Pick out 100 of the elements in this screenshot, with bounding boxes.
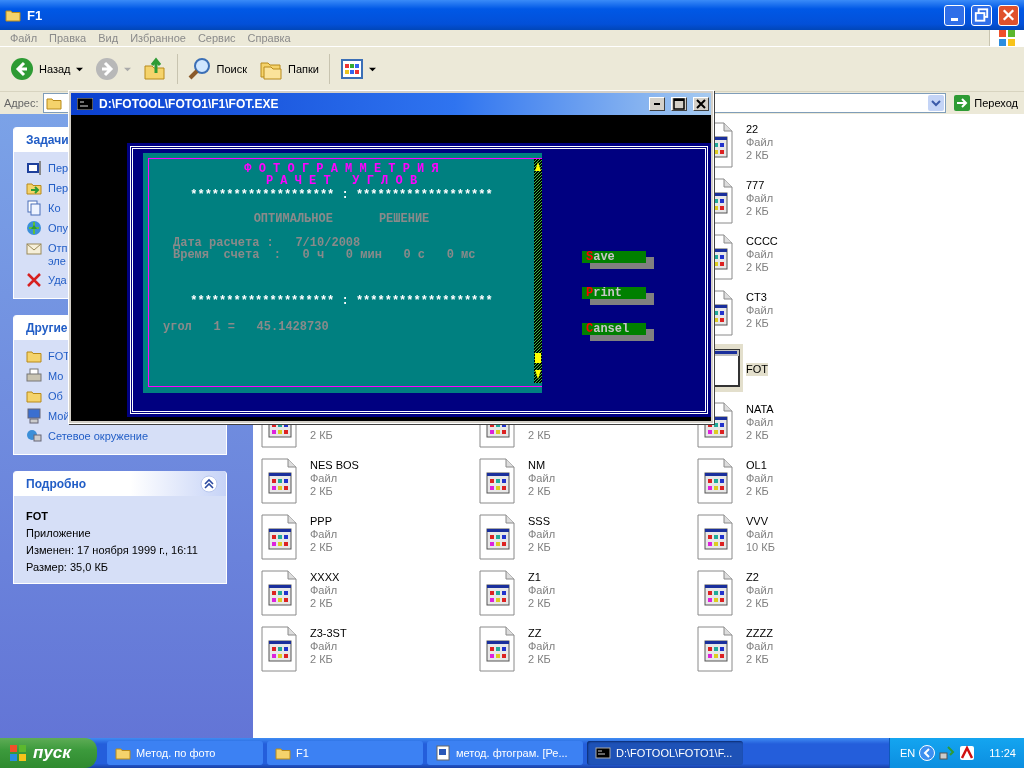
info-text: Дата расчета : 7/10/2008 — [173, 237, 362, 249]
info-text: Время счета : 0 ч 0 мин 0 с 0 мс — [173, 249, 476, 261]
task-link[interactable]: Мо — [48, 368, 64, 383]
document-icon — [435, 745, 451, 761]
start-button[interactable]: пуск — [0, 738, 97, 768]
file-size: 2 КБ — [528, 485, 552, 498]
file-size: 2 КБ — [310, 653, 334, 666]
file-type: Файл — [310, 584, 339, 597]
folders-button[interactable]: Папки — [255, 55, 323, 83]
file-type: Файл — [746, 584, 774, 597]
menu-item[interactable]: Правка — [43, 32, 93, 44]
menu-item[interactable]: Справка — [241, 32, 297, 44]
file-name: FOT — [26, 510, 49, 522]
file-name[interactable]: 22 — [746, 123, 759, 136]
cross-icon — [26, 272, 42, 288]
task-link[interactable]: Уда — [48, 272, 67, 287]
file-type: Файл — [746, 416, 774, 429]
file-type: Файл — [310, 640, 339, 653]
network-icon[interactable] — [939, 745, 956, 761]
folder-icon — [26, 388, 42, 404]
caret-icon — [123, 65, 131, 73]
task-link[interactable]: Отп эле — [48, 240, 68, 268]
task-link[interactable]: FOT — [48, 348, 70, 363]
file-type: Файл — [528, 584, 556, 597]
go-button[interactable]: Переход — [950, 95, 1024, 111]
task-link[interactable]: Опу — [48, 220, 68, 235]
globe-icon — [26, 220, 42, 236]
task-link[interactable]: Об — [48, 388, 63, 403]
file-name[interactable]: Z3-3ST — [310, 627, 347, 640]
subtitle-text: РЕШЕНИЕ — [378, 213, 430, 225]
minimize-button[interactable] — [649, 97, 665, 111]
close-button[interactable] — [693, 97, 709, 111]
taskbar-button[interactable]: Метод. по фото — [107, 741, 263, 765]
file-name[interactable]: Z1 — [528, 571, 541, 584]
task-link[interactable]: Ко — [48, 200, 61, 215]
menu-item[interactable]: Файл — [4, 32, 44, 44]
folder-icon — [275, 745, 291, 761]
file-name[interactable]: VVV — [746, 515, 768, 528]
flag-logo — [8, 743, 28, 763]
back-button[interactable]: Назад — [6, 55, 87, 83]
file-name[interactable]: FOT — [746, 363, 768, 376]
file-type: Файл — [746, 528, 775, 541]
file-name[interactable]: CT3 — [746, 291, 767, 304]
file-name[interactable]: XXXX — [310, 571, 340, 584]
clock: 11:24 — [989, 747, 1016, 759]
maximize-button[interactable] — [671, 97, 687, 111]
search-icon — [187, 57, 212, 81]
file-size: 2 КБ — [746, 149, 770, 162]
file-name[interactable]: ZZ — [528, 627, 542, 640]
file-size: 2 КБ — [528, 429, 551, 442]
file-size: 2 КБ — [528, 653, 552, 666]
file-size: 2 КБ — [746, 429, 770, 442]
taskbar-button[interactable]: D:\FOTOOL\FOTO1\F... — [587, 741, 743, 765]
close-icon — [694, 97, 708, 111]
shield-icon[interactable] — [959, 745, 976, 761]
network-icon — [26, 428, 42, 444]
language-indicator[interactable]: EN — [900, 747, 916, 759]
file-size: 2 КБ — [746, 653, 770, 666]
file-type: Файл — [746, 640, 774, 653]
panel-title: Задачи — [26, 132, 69, 147]
task-link[interactable]: Пер — [48, 160, 69, 175]
task-link[interactable]: Сетевое окружение — [48, 428, 149, 443]
file-name[interactable]: NM — [528, 459, 546, 472]
menu-item[interactable]: Избранное — [124, 32, 192, 44]
file-size: 2 КБ — [310, 429, 333, 442]
task-link[interactable]: Пер — [48, 180, 69, 195]
collapse-icon[interactable] — [200, 474, 218, 493]
file-name[interactable]: NES BOS — [310, 459, 359, 472]
file-name[interactable]: 777 — [746, 179, 765, 192]
restore-button[interactable] — [971, 4, 992, 26]
file-type: Файл — [310, 528, 338, 541]
file-size: 2 КБ — [746, 485, 770, 498]
file-name[interactable]: OL1 — [746, 459, 767, 472]
folder-icon — [5, 7, 21, 23]
dropdown-icon[interactable] — [928, 95, 945, 111]
search-button[interactable]: Поиск — [183, 55, 251, 83]
grid-view-icon — [339, 57, 364, 81]
file-name[interactable]: CCCC — [746, 235, 778, 248]
taskbar-button[interactable]: F1 — [267, 741, 423, 765]
panel-header[interactable]: Подробно — [14, 471, 226, 496]
left-chevron-icon[interactable] — [919, 745, 936, 761]
file-name[interactable]: NATA — [746, 403, 774, 416]
scrollbar[interactable] — [534, 159, 542, 383]
file-name[interactable]: SSS — [528, 515, 550, 528]
menu-item[interactable]: Вид — [92, 32, 125, 44]
file-type: Файл — [746, 472, 774, 485]
console-title: D:\FOTOOL\FOTO1\F1\FOT.EXE — [99, 97, 279, 111]
minimize-icon — [951, 17, 958, 21]
folder-icon — [26, 348, 42, 364]
rule-text: ******************** : ******************* — [190, 189, 493, 201]
console-icon — [77, 98, 93, 110]
menu-item[interactable]: Сервис — [191, 32, 242, 44]
folder-arrow-icon — [26, 180, 42, 196]
window-title: F1 — [27, 7, 43, 23]
file-name[interactable]: Z2 — [746, 571, 759, 584]
file-size: 10 КБ — [746, 541, 775, 554]
file-name[interactable]: ZZZZ — [746, 627, 773, 640]
panel-title: Другие — [26, 320, 68, 335]
file-name[interactable]: PPP — [310, 515, 332, 528]
taskbar-button[interactable]: метод. фтограм. [Ре... — [427, 741, 583, 765]
